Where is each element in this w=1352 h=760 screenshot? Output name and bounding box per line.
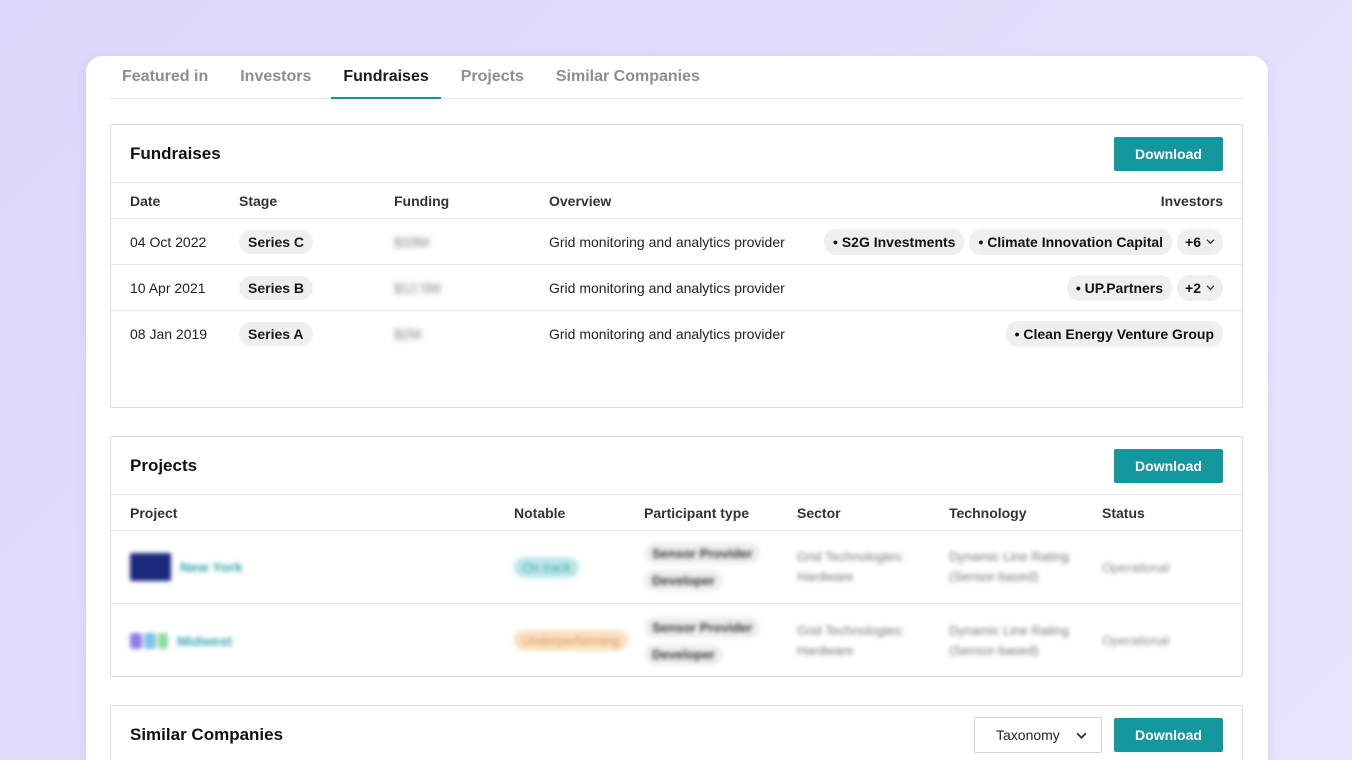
funding-value: $33M [394,233,430,250]
fundraises-table-header: Date Stage Funding Overview Investors [111,183,1242,219]
funding-value: $2M [394,326,422,342]
investor-list: • UP.Partners +2 [1066,274,1223,301]
notable-badge: On track [514,556,580,578]
fundraises-download-button[interactable]: Download [1114,136,1223,171]
projects-header: Projects Download [111,437,1242,495]
sector-line: Hardware [797,642,854,658]
participant-type-pill: Developer [644,643,723,665]
participant-types: Sensor Provider Developer [644,543,761,591]
investor-pill[interactable]: • Climate Innovation Capital [969,228,1173,255]
fundraises-header: Fundraises Download [111,125,1242,183]
technology-line: Dynamic Line Rating [949,622,1069,638]
projects-panel: Projects Download Project Notable Partic… [110,436,1243,677]
tab-featured-in[interactable]: Featured in [110,55,220,98]
participant-types: Sensor Provider Developer [644,616,761,665]
table-row: Midwest Underperforming Sensor Provider … [111,604,1242,677]
investor-list: • Clean Energy Venture Group [1005,321,1223,347]
col-status: Status [1102,504,1145,521]
stage-pill: Series B [239,275,314,300]
more-investors-button[interactable]: +2 [1177,274,1223,301]
similar-companies-actions: Taxonomy Download [974,717,1223,753]
tab-bar: Featured in Investors Fundraises Project… [110,56,1243,99]
table-row: New York On track Sensor Provider Develo… [111,531,1242,604]
taxonomy-label: Taxonomy [996,727,1060,743]
participant-type-pill: Sensor Provider [644,543,761,564]
investor-pill[interactable]: • Clean Energy Venture Group [1005,321,1223,347]
similar-companies-header: Similar Companies Taxonomy Download [111,706,1242,760]
project-link[interactable]: Midwest [177,633,232,649]
col-technology: Technology [949,504,1027,521]
funding-value: $12.5M [394,279,441,296]
chevron-down-icon [1206,239,1215,245]
projects-table-header: Project Notable Participant type Sector … [111,495,1242,531]
similar-companies-title: Similar Companies [130,725,284,744]
row-date: 10 Apr 2021 [130,279,206,296]
participant-type-pill: Developer [644,570,723,591]
row-date: 04 Oct 2022 [130,233,207,250]
chevron-down-icon [1206,285,1215,291]
col-stage: Stage [239,192,278,209]
project-logo [130,553,171,581]
technology-line: (Sensor-based) [949,569,1039,584]
row-overview: Grid monitoring and analytics provider [549,279,785,296]
col-participant-type: Participant type [644,504,750,521]
table-row: 10 Apr 2021 Series B $12.5M Grid monitor… [111,265,1242,311]
technology-cell: Dynamic Line Rating (Sensor-based) [949,547,1069,587]
sector-cell: Grid Technologies: Hardware [797,621,904,661]
investor-pill[interactable]: • UP.Partners [1066,274,1173,301]
technology-line: Dynamic Line Rating [949,549,1069,564]
similar-companies-download-button[interactable]: Download [1114,718,1223,752]
stage-pill: Series C [239,229,314,254]
row-overview: Grid monitoring and analytics provider [549,326,785,342]
more-investors-button[interactable]: +6 [1177,228,1223,255]
company-detail-card: Featured in Investors Fundraises Project… [86,56,1268,760]
similar-companies-panel: Similar Companies Taxonomy Download [110,705,1243,760]
tab-projects[interactable]: Projects [449,55,536,98]
row-overview: Grid monitoring and analytics provider [549,233,785,250]
col-project: Project [130,504,178,521]
col-investors: Investors [1160,192,1223,209]
tab-fundraises[interactable]: Fundraises [331,55,442,99]
sector-line: Grid Technologies: [797,549,905,564]
status-cell: Operational [1102,559,1170,575]
more-count: +2 [1185,279,1201,296]
more-count: +6 [1185,233,1201,250]
tab-similar-companies[interactable]: Similar Companies [544,55,712,98]
investor-list: • S2G Investments • Climate Innovation C… [824,228,1223,255]
fundraises-title: Fundraises [130,143,221,163]
project-cell[interactable]: Midwest [130,631,232,651]
status-cell: Operational [1102,633,1170,648]
table-row: 04 Oct 2022 Series C $33M Grid monitorin… [111,219,1242,265]
taxonomy-select[interactable]: Taxonomy [974,717,1102,753]
col-overview: Overview [549,192,612,209]
technology-cell: Dynamic Line Rating (Sensor-based) [949,621,1069,661]
projects-download-button[interactable]: Download [1114,448,1223,483]
sector-cell: Grid Technologies: Hardware [797,547,904,587]
project-link[interactable]: New York [180,559,243,575]
col-sector: Sector [797,504,841,521]
fundraises-panel: Fundraises Download Date Stage Funding O… [110,124,1243,408]
table-row: 08 Jan 2019 Series A $2M Grid monitoring… [111,311,1242,357]
sector-line: Hardware [797,569,854,584]
col-funding: Funding [394,192,450,209]
tab-investors[interactable]: Investors [228,55,323,98]
sector-line: Grid Technologies: [797,622,905,638]
technology-line: (Sensor-based) [949,642,1039,658]
col-date: Date [130,192,161,209]
projects-title: Projects [130,455,198,475]
project-cell[interactable]: New York [130,553,243,581]
chevron-down-icon [1076,732,1087,739]
notable-badge: Underperforming [514,630,628,651]
investor-pill[interactable]: • S2G Investments [824,228,965,255]
row-date: 08 Jan 2019 [130,326,208,342]
col-notable: Notable [514,504,566,521]
project-logo [130,631,168,651]
stage-pill: Series A [239,322,313,346]
participant-type-pill: Sensor Provider [644,616,761,638]
